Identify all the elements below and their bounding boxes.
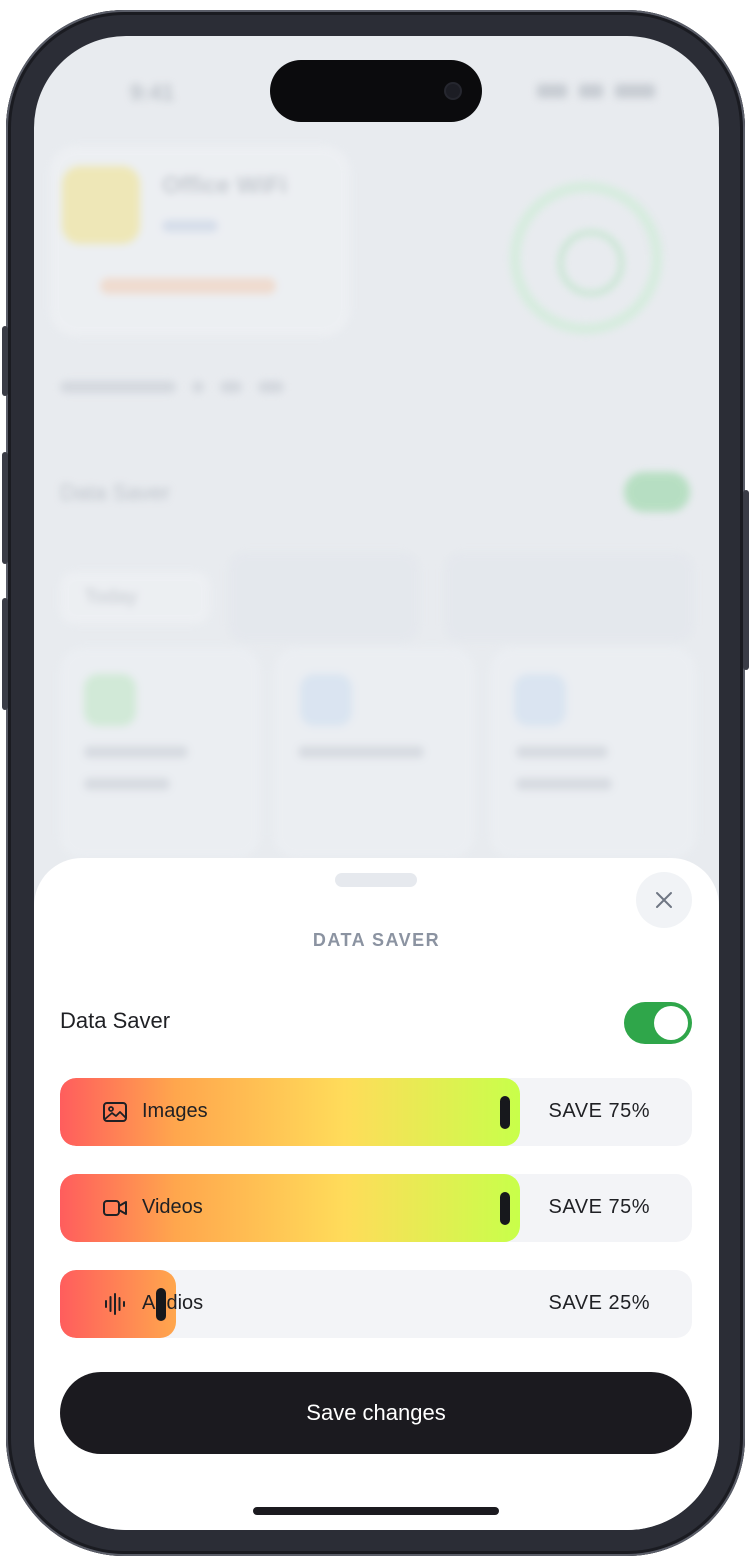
save-changes-button[interactable]: Save changes <box>60 1372 692 1454</box>
network-logo <box>62 166 140 244</box>
clock-icon <box>300 674 352 726</box>
data-saver-sheet: DATA SAVER Data Saver Images SAVE 75% Vi… <box>34 858 719 1530</box>
videos-slider[interactable]: Videos SAVE 75% <box>60 1174 692 1242</box>
close-button[interactable] <box>636 872 692 928</box>
slider-handle[interactable] <box>156 1288 166 1321</box>
screen: 9:41 Office WiFi Data Saver Today DATA S… <box>34 36 719 1530</box>
audios-slider[interactable]: Audios SAVE 25% <box>60 1270 692 1338</box>
network-subtitle <box>162 220 218 232</box>
slider-value: SAVE 25% <box>548 1292 650 1314</box>
slider-fill <box>60 1078 520 1146</box>
action-button <box>2 326 8 396</box>
audio-waveform-icon <box>105 1293 125 1315</box>
slider-label: Videos <box>142 1196 203 1218</box>
volume-up-button <box>2 452 8 564</box>
sheet-grabber[interactable] <box>335 873 417 887</box>
background-data-saver-toggle <box>624 472 690 512</box>
slider-value: SAVE 75% <box>548 1196 650 1218</box>
volume-down-button <box>2 598 8 710</box>
slider-label: Images <box>142 1100 208 1122</box>
status-time: 9:41 <box>130 80 175 105</box>
video-camera-icon <box>103 1200 127 1216</box>
today-label: Today <box>84 586 138 608</box>
shield-icon <box>514 674 566 726</box>
slider-handle[interactable] <box>500 1192 510 1225</box>
sheet-title: DATA SAVER <box>312 930 441 950</box>
background-data-saver-label: Data Saver <box>60 480 171 505</box>
stats-box <box>444 552 694 642</box>
today-selector: Today <box>60 572 210 624</box>
slider-fill <box>60 1174 520 1242</box>
slider-label: Audios <box>142 1292 204 1314</box>
image-icon <box>103 1102 127 1122</box>
images-slider[interactable]: Images SAVE 75% <box>60 1078 692 1146</box>
signal-icon <box>537 84 567 98</box>
dynamic-island <box>270 60 482 122</box>
status-icons <box>537 84 655 98</box>
close-icon <box>656 892 672 908</box>
data-saver-toggle[interactable] <box>624 1002 692 1044</box>
speed-stats <box>60 381 284 393</box>
wifi-icon <box>579 84 603 98</box>
leaf-icon <box>84 674 136 726</box>
network-status-pill <box>100 278 276 294</box>
slider-handle[interactable] <box>500 1096 510 1129</box>
home-indicator[interactable] <box>253 1507 499 1515</box>
toggle-knob <box>654 1006 688 1040</box>
power-icon <box>510 182 662 334</box>
camera-icon <box>446 84 460 98</box>
data-saver-label: Data Saver <box>60 1008 171 1033</box>
stats-box <box>228 552 420 642</box>
battery-icon <box>615 84 655 98</box>
network-title: Office WiFi <box>162 172 288 199</box>
slider-value: SAVE 75% <box>548 1100 650 1122</box>
power-button <box>743 490 749 670</box>
